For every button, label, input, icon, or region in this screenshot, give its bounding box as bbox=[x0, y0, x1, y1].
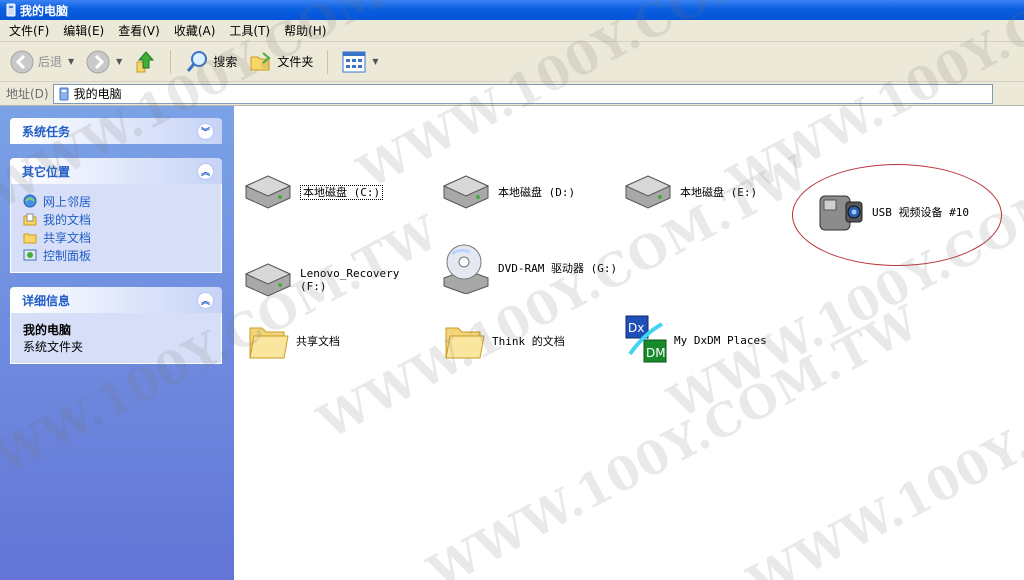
folders-button[interactable]: 文件夹 bbox=[245, 49, 317, 75]
system-tasks-panel: 系统任务 ︾ bbox=[10, 118, 222, 144]
dvd-drive-icon bbox=[443, 244, 489, 294]
dxdm-icon-bottom-text: DM bbox=[646, 346, 666, 360]
folders-label: 文件夹 bbox=[277, 55, 314, 69]
back-dropdown-icon[interactable]: ▼ bbox=[68, 57, 74, 66]
other-places-header[interactable]: 其它位置 ︽ bbox=[10, 158, 222, 184]
folders-icon bbox=[250, 51, 271, 70]
forward-dropdown-icon[interactable]: ▼ bbox=[116, 57, 122, 66]
drive-d-item[interactable]: 本地磁盘 (D:) bbox=[440, 172, 575, 212]
up-button[interactable] bbox=[130, 48, 160, 76]
toolbar: 后退 ▼ ▼ 搜索 文件夹 ▼ bbox=[0, 42, 1024, 82]
details-name: 我的电脑 bbox=[23, 323, 72, 337]
title-bar: 我的电脑 bbox=[0, 0, 1024, 20]
link-label: 我的文档 bbox=[43, 212, 92, 227]
menu-tools[interactable]: 工具(T) bbox=[222, 20, 277, 41]
toolbar-separator bbox=[327, 49, 329, 74]
views-dropdown-icon[interactable]: ▼ bbox=[372, 57, 378, 66]
dxdm-icon-top-text: Dx bbox=[628, 321, 644, 335]
shared-documents-label: 共享文档 bbox=[296, 334, 340, 348]
details-body: 我的电脑 系统文件夹 bbox=[10, 313, 222, 364]
drive-c-label: 本地磁盘 (C:) bbox=[300, 184, 384, 200]
shared-folder-icon bbox=[23, 233, 37, 244]
link-network-places[interactable]: 网上邻居 bbox=[23, 192, 209, 210]
link-control-panel[interactable]: 控制面板 bbox=[23, 246, 209, 264]
link-label: 网上邻居 bbox=[43, 194, 92, 209]
views-button[interactable]: ▼ bbox=[338, 49, 382, 75]
back-button[interactable]: 后退 ▼ bbox=[6, 48, 78, 76]
think-documents-label: Think 的文档 bbox=[492, 334, 565, 348]
link-label: 控制面板 bbox=[43, 248, 92, 263]
system-tasks-header[interactable]: 系统任务 ︾ bbox=[10, 118, 222, 144]
link-label: 共享文档 bbox=[43, 230, 92, 245]
my-documents-icon bbox=[23, 213, 37, 226]
drive-f-name: Lenovo_Recovery bbox=[300, 267, 400, 280]
menu-edit[interactable]: 编辑(E) bbox=[56, 20, 111, 41]
drive-e-label: 本地磁盘 (E:) bbox=[680, 185, 758, 199]
address-field[interactable]: 我的电脑 bbox=[52, 83, 993, 104]
think-documents-item[interactable]: Think 的文档 bbox=[440, 318, 565, 364]
details-panel: 详细信息 ︽ 我的电脑 系统文件夹 bbox=[10, 287, 222, 364]
task-pane: 系统任务 ︾ 其它位置 ︽ 网上邻居 我的文档 共享文档 控制面板 详细信息 ︽… bbox=[0, 106, 234, 580]
dvd-drive-label: DVD-RAM 驱动器 (G:) bbox=[498, 261, 618, 275]
details-title: 详细信息 bbox=[22, 293, 71, 308]
address-bar: 地址(D) 我的电脑 bbox=[0, 82, 1024, 106]
forward-button[interactable]: ▼ bbox=[82, 48, 126, 76]
other-places-body: 网上邻居 我的文档 共享文档 控制面板 bbox=[10, 184, 222, 273]
highlight-ellipse bbox=[792, 164, 1002, 266]
menu-bar: 文件(F) 编辑(E) 查看(V) 收藏(A) 工具(T) 帮助(H) bbox=[0, 20, 1024, 42]
forward-arrow-icon bbox=[86, 50, 110, 73]
drive-d-label: 本地磁盘 (D:) bbox=[498, 185, 576, 199]
up-folder-icon bbox=[136, 50, 155, 72]
hard-disk-icon bbox=[244, 263, 292, 297]
address-label: 地址(D) bbox=[6, 87, 49, 101]
network-places-icon bbox=[23, 194, 37, 208]
file-view: 本地磁盘 (C:) 本地磁盘 (D:) 本地磁盘 (E:) USB 视频设备 #… bbox=[234, 106, 1024, 580]
drive-e-item[interactable]: 本地磁盘 (E:) bbox=[622, 172, 757, 212]
other-places-panel: 其它位置 ︽ 网上邻居 我的文档 共享文档 控制面板 bbox=[10, 158, 222, 273]
hard-disk-icon bbox=[244, 175, 292, 209]
dvd-drive-item[interactable]: DVD-RAM 驱动器 (G:) bbox=[440, 242, 617, 294]
search-icon bbox=[187, 50, 208, 72]
dxdm-places-item[interactable]: Dx DM My DxDM Places bbox=[624, 314, 767, 366]
menu-view[interactable]: 查看(V) bbox=[111, 20, 167, 41]
expand-icon[interactable]: ︾ bbox=[197, 122, 214, 140]
folder-icon bbox=[445, 327, 485, 359]
toolbar-separator bbox=[170, 49, 172, 74]
menu-file[interactable]: 文件(F) bbox=[2, 20, 56, 41]
search-label: 搜索 bbox=[213, 55, 238, 69]
hard-disk-icon bbox=[442, 175, 490, 209]
folder-icon bbox=[249, 327, 289, 359]
drive-f-item[interactable]: Lenovo_Recovery (F:) bbox=[242, 260, 399, 300]
back-label: 后退 bbox=[38, 55, 63, 69]
details-header[interactable]: 详细信息 ︽ bbox=[10, 287, 222, 313]
my-computer-icon bbox=[6, 3, 16, 17]
collapse-icon[interactable]: ︽ bbox=[197, 291, 214, 309]
other-places-title: 其它位置 bbox=[22, 164, 71, 179]
menu-help[interactable]: 帮助(H) bbox=[277, 20, 333, 41]
dxdm-icon: Dx DM bbox=[625, 315, 667, 363]
details-type: 系统文件夹 bbox=[23, 340, 84, 354]
views-icon bbox=[342, 51, 366, 72]
shared-documents-item[interactable]: 共享文档 bbox=[244, 318, 340, 364]
menu-favorites[interactable]: 收藏(A) bbox=[167, 20, 223, 41]
window-title: 我的电脑 bbox=[20, 3, 69, 18]
control-panel-icon bbox=[23, 249, 37, 261]
drive-f-letter: (F:) bbox=[300, 280, 327, 293]
search-button[interactable]: 搜索 bbox=[181, 48, 241, 76]
system-tasks-title: 系统任务 bbox=[22, 124, 71, 139]
collapse-icon[interactable]: ︽ bbox=[197, 162, 214, 180]
drive-c-item[interactable]: 本地磁盘 (C:) bbox=[242, 172, 384, 212]
link-shared-documents[interactable]: 共享文档 bbox=[23, 228, 209, 246]
dxdm-places-label: My DxDM Places bbox=[674, 333, 767, 347]
hard-disk-icon bbox=[624, 175, 672, 209]
address-value: 我的电脑 bbox=[73, 87, 122, 101]
link-my-documents[interactable]: 我的文档 bbox=[23, 210, 209, 228]
back-arrow-icon bbox=[10, 50, 34, 73]
my-computer-icon bbox=[59, 87, 69, 100]
drive-f-label: Lenovo_Recovery (F:) bbox=[300, 267, 399, 293]
